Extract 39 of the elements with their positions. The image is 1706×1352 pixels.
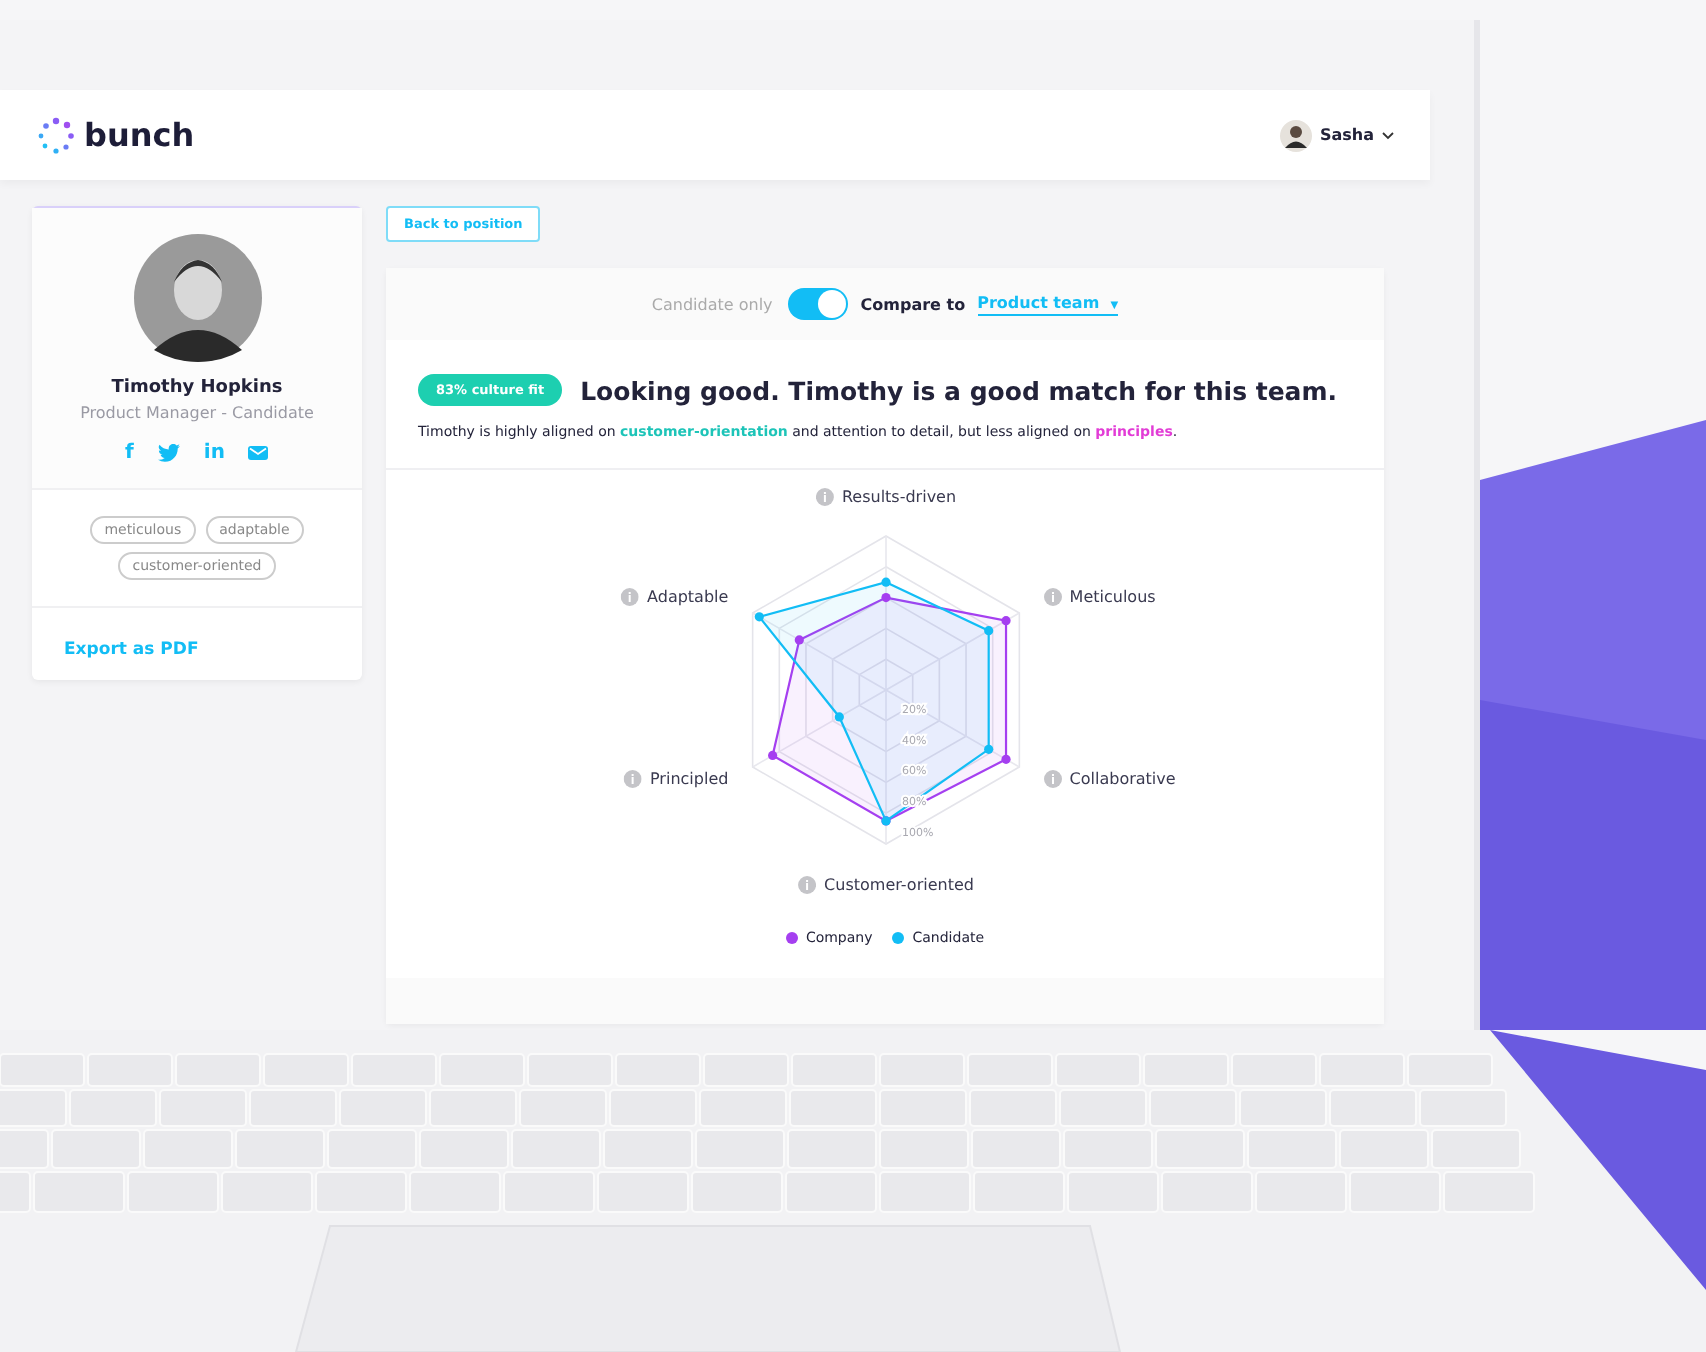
linkedin-link[interactable]: in — [203, 442, 225, 464]
compare-toggle[interactable] — [788, 288, 849, 320]
facebook-link[interactable]: f — [125, 442, 134, 464]
info-icon[interactable] — [798, 876, 817, 894]
axis-label: Collaborative — [1069, 769, 1176, 787]
data-point — [1001, 754, 1011, 764]
data-point — [881, 593, 891, 603]
data-point — [984, 626, 994, 636]
axis-label: Principled — [650, 769, 729, 787]
data-point — [754, 612, 764, 622]
avatar-icon — [133, 234, 261, 362]
logo-icon — [36, 115, 76, 155]
candidate-name: Timothy Hopkins — [111, 378, 283, 398]
info-icon[interactable] — [1043, 769, 1062, 787]
export-link[interactable]: Export as PDF — [64, 640, 199, 660]
user-menu[interactable]: Sasha — [1279, 119, 1394, 151]
data-point — [881, 577, 891, 587]
axis-label: Results-driven — [841, 488, 957, 506]
logo-text: bunch — [84, 116, 195, 154]
axis-label: Meticulous — [1069, 587, 1156, 605]
info-icon[interactable] — [1043, 587, 1062, 605]
toggle-label: Candidate only — [651, 295, 773, 313]
data-point — [794, 635, 804, 645]
match-headline: Looking good. Timothy is a good match for this team. — [580, 375, 1338, 405]
axis-label: Adaptable — [647, 587, 729, 605]
envelope-icon[interactable] — [248, 446, 269, 460]
axis-label: Customer-oriented — [824, 876, 974, 894]
bird-icon[interactable] — [157, 444, 180, 462]
info-icon[interactable] — [624, 769, 642, 787]
info-icon[interactable] — [621, 587, 640, 605]
data-point — [1001, 616, 1011, 626]
data-point — [834, 712, 844, 722]
data-point — [984, 744, 994, 754]
info-icon[interactable] — [815, 488, 834, 506]
avatar-icon — [1279, 119, 1312, 151]
data-point — [768, 750, 778, 761]
compare-label: Compare to — [860, 295, 966, 313]
candidate-role: Product Manager - Candidate — [80, 404, 314, 422]
chevron-icon — [1382, 131, 1394, 139]
